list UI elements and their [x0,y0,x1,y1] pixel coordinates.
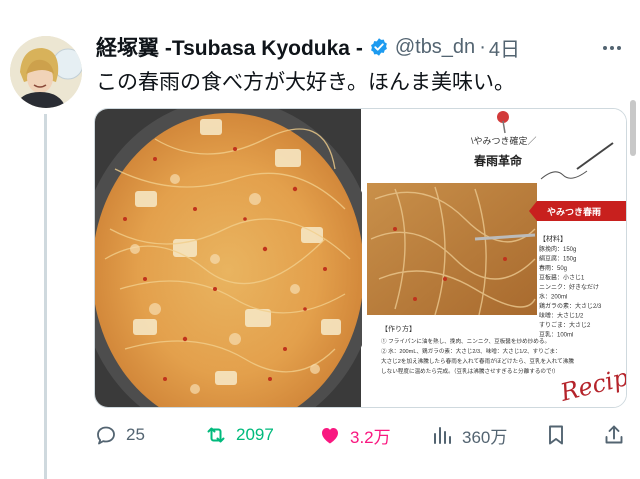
analytics-icon [434,427,451,444]
retweet-icon [207,427,225,443]
tweet-media[interactable]: \やみつき確定／ 春雨革命 やみつき春雨 【材料】 豚挽肉：150g 絹豆腐：15… [94,108,627,408]
step-line: ① フライパンに油を熱し、挽肉、ニンニク、豆板醤を炒め炒める。 [381,337,550,345]
ingredient-line: ニンニク：好きなだけ [539,283,599,291]
heart-icon [322,428,338,444]
views-count: 360万 [462,427,508,447]
media-image: \やみつき確定／ 春雨革命 やみつき春雨 【材料】 豚挽肉：150g 絹豆腐：15… [95,109,626,407]
ingredient-line: 絹豆腐：150g [539,255,576,263]
ingredient-line: すりごま：大さじ2 [539,321,591,329]
share-icon [605,425,623,444]
ingredient-line: 味噌：大さじ1/2 [539,312,584,320]
ingredient-line: 水：200ml [539,293,567,301]
recipe-label: \やみつき確定／ [471,135,537,146]
banner-text: やみつき春雨 [547,206,601,217]
share-button[interactable] [602,420,626,450]
ingredient-line: 豚挽肉：150g [539,245,576,253]
ingredient-line: 鶏ガラの素：大さじ2/3 [539,302,602,310]
reply-count: 25 [126,425,145,444]
bookmark-icon [549,425,563,445]
retweet-button[interactable]: 2097 [204,420,274,450]
ingredient-line: 春雨：50g [539,264,567,272]
steps-header: 【作り方】 [381,324,416,333]
step-line: しない程度に温めたら完成。（豆乳は沸騰させすぎると分離するので!） [381,367,559,375]
avatar[interactable] [10,36,82,108]
verified-badge-icon [369,37,389,57]
thread-line [44,114,47,479]
ingredient-line: 豆乳：100ml [539,331,573,339]
ingredient-line: 豆板醤：小さじ1 [539,274,585,282]
retweet-count: 2097 [236,425,274,444]
author-name[interactable]: 経塚翼 -Tsubasa Kyoduka - [96,32,363,62]
ingredients-header: 【材料】 [539,234,567,243]
like-count: 3.2万 [350,427,391,447]
tweet-text: この春雨の食べ方が大好き。ほんま美味い。 [96,71,515,94]
reply-button[interactable]: 25 [94,420,145,450]
reply-icon [97,426,115,445]
step-line: 大さじ2を加え沸騰したら春雨を入れて春雨がほどけたら、豆乳を入れて沸騰 [381,357,574,365]
tweet: 経塚翼 -Tsubasa Kyoduka - @tbs_dn · 4日 この春雨… [0,0,640,479]
bookmark-button[interactable] [544,420,568,450]
more-horizontal-icon[interactable] [600,36,624,66]
views-button[interactable]: 360万 [430,420,507,450]
recipe-title: 春雨革命 [473,153,523,168]
dot-separator: · [479,35,486,58]
author-handle[interactable]: @tbs_dn [395,36,475,59]
scrollbar-thumb[interactable] [630,100,636,156]
step-line: ② 水：200mL、鶏ガラの素：大さじ2/3、味噌：大さじ1/2、すりごま： [381,347,561,355]
tweet-timestamp[interactable]: 4日 [489,33,520,62]
like-button[interactable]: 3.2万 [318,420,391,450]
tweet-header: 経塚翼 -Tsubasa Kyoduka - @tbs_dn · 4日 [96,32,520,62]
action-bar: 25 2097 3.2万 360万 [94,420,634,450]
